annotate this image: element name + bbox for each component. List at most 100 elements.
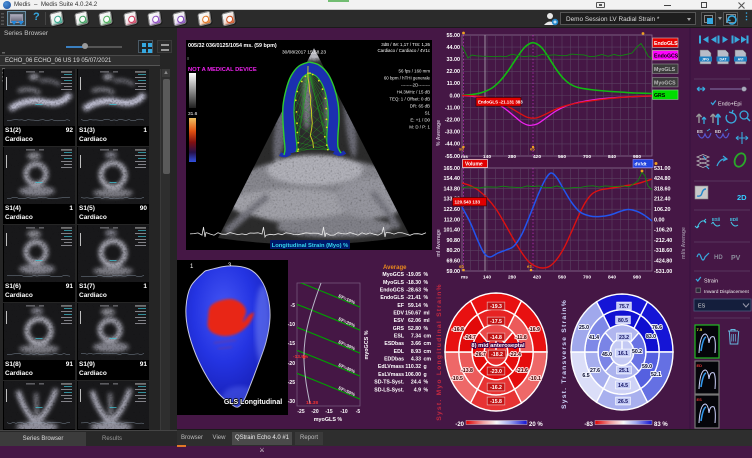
svg-text:EndoGCS: EndoGCS (654, 54, 679, 60)
svg-text:-20: -20 (288, 361, 295, 367)
svg-text:MyoGCS: MyoGCS (654, 81, 676, 87)
svg-text:%: % (424, 387, 429, 393)
svg-text:16.1: 16.1 (618, 351, 628, 357)
svg-text:-22.00: -22.00 (445, 118, 460, 124)
svg-text:ml: ml (424, 318, 431, 324)
svg-text:PV: PV (731, 255, 741, 262)
svg-text:-531.00: -531.00 (654, 269, 672, 275)
svg-text:%: % (424, 380, 429, 386)
svg-text:840: 840 (608, 275, 616, 281)
svg-text:ESDbas: ESDbas (384, 341, 404, 347)
svg-text:7.34: 7.34 (411, 334, 421, 340)
svg-text:DR: 65 dB: DR: 65 dB (410, 104, 430, 109)
svg-text:80.5: 80.5 (618, 318, 628, 324)
svg-text:4.33: 4.33 (411, 357, 421, 363)
svg-text:25.1: 25.1 (619, 368, 629, 374)
svg-text:165.00: 165.00 (444, 166, 461, 172)
svg-text:MyoGLS: MyoGLS (383, 280, 405, 286)
svg-text:318.60: 318.60 (654, 186, 671, 192)
svg-text:76.6: 76.6 (652, 325, 662, 331)
svg-text:3dB / IM: 1,17 / TIS: 1,26: 3dB / IM: 1,17 / TIS: 1,26 (381, 42, 430, 47)
svg-text:Volume: Volume (465, 162, 483, 168)
svg-text:ESV: ESV (394, 318, 405, 324)
svg-text:TEQ: 1 / Offset: 0 dB: TEQ: 1 / Offset: 0 dB (389, 97, 430, 102)
svg-text:-11.8: -11.8 (515, 335, 527, 341)
svg-text:%: % (424, 280, 429, 286)
svg-text:-20: -20 (311, 409, 318, 415)
svg-text:560: 560 (558, 154, 566, 160)
svg-text:0.00: 0.00 (450, 93, 461, 99)
svg-text:30/08/2017 15.58.23: 30/08/2017 15.58.23 (282, 50, 326, 56)
svg-text:-15.8: -15.8 (490, 399, 502, 405)
svg-text:-11.00: -11.00 (445, 105, 460, 111)
svg-text:--------2D--------: --------2D-------- (401, 83, 431, 88)
svg-text:s0: s0 (459, 264, 464, 269)
svg-text:-10: -10 (340, 409, 347, 415)
svg-text:62.06: 62.06 (408, 318, 421, 324)
svg-text:e3: e3 (527, 264, 532, 269)
svg-text:80.20: 80.20 (447, 248, 461, 254)
svg-text:2D: 2D (737, 193, 747, 202)
svg-text:52.1: 52.1 (651, 372, 661, 378)
svg-text:-5: -5 (291, 303, 296, 309)
svg-text:-424.80: -424.80 (654, 259, 672, 265)
svg-text:112.00: 112.00 (444, 217, 460, 223)
svg-text:Syst. Myo Longitudinal Strain%: Syst. Myo Longitudinal Strain% (436, 283, 443, 421)
svg-text:GRS: GRS (393, 326, 405, 332)
svg-text:dV/dt: dV/dt (635, 162, 647, 168)
svg-text:59.14: 59.14 (408, 303, 421, 309)
svg-text:ml Average: ml Average (436, 229, 442, 257)
svg-text:Syst. Transverse Strain%: Syst. Transverse Strain% (561, 299, 568, 409)
svg-text:14.38: 14.38 (306, 400, 318, 406)
svg-text:75.7: 75.7 (619, 304, 629, 310)
svg-text:ESL: ESL (394, 334, 405, 340)
svg-text:S1: S1 (425, 111, 431, 116)
svg-text:-21.41: -21.41 (406, 295, 421, 301)
svg-text:14.5: 14.5 (618, 383, 628, 389)
svg-text:7.5: 7.5 (697, 327, 703, 332)
svg-text:-44.00: -44.00 (445, 142, 460, 148)
svg-text:-212.40: -212.40 (654, 238, 672, 244)
svg-text:280: 280 (508, 154, 516, 160)
svg-text:-20: -20 (455, 422, 464, 428)
svg-text:280: 280 (508, 275, 516, 281)
svg-text:44.00: 44.00 (447, 45, 461, 51)
svg-text:0.00: 0.00 (654, 217, 665, 223)
svg-text:-10.5: -10.5 (451, 376, 463, 382)
svg-text:-16.9: -16.9 (528, 327, 540, 333)
svg-text:-33.00: -33.00 (445, 130, 460, 136)
svg-text:45.0: 45.0 (602, 352, 612, 358)
svg-text:-5: -5 (356, 409, 361, 415)
svg-text:ml: ml (424, 311, 431, 317)
svg-text:980: 980 (633, 275, 641, 281)
svg-text:69.60: 69.60 (447, 259, 461, 265)
svg-text:cm: cm (424, 349, 432, 355)
svg-text:840: 840 (608, 154, 616, 160)
svg-text:-15: -15 (288, 341, 295, 347)
svg-text:ED: ED (697, 363, 703, 368)
svg-text:%: % (424, 326, 429, 332)
svg-text:Strain: Strain (704, 279, 718, 285)
svg-text:8) mid anteroseptal: 8) mid anteroseptal (471, 343, 525, 349)
svg-text:EndoGLS: EndoGLS (380, 295, 404, 301)
svg-text:-19.3: -19.3 (490, 304, 502, 310)
svg-text:ES‖: ES‖ (712, 217, 720, 222)
svg-text:56 fps / 160 mm: 56 fps / 160 mm (399, 69, 431, 74)
svg-text:EndoGLS: EndoGLS (654, 41, 678, 47)
svg-text:Longitudinal Strain (Myo) %: Longitudinal Strain (Myo) % (272, 243, 349, 249)
svg-text:ES: ES (697, 129, 703, 134)
svg-text:33.00: 33.00 (447, 57, 461, 63)
svg-text:140: 140 (483, 275, 491, 281)
svg-text:E: +1 / D0: E: +1 / D0 (410, 118, 430, 123)
svg-text:EsLVmass: EsLVmass (378, 372, 404, 378)
svg-text:ED: ED (715, 129, 721, 134)
svg-text:700: 700 (583, 275, 591, 281)
svg-text:23.2: 23.2 (619, 335, 629, 341)
svg-text:560: 560 (558, 275, 566, 281)
svg-text:EndoGCS: EndoGCS (380, 288, 405, 294)
svg-text:424.80: 424.80 (654, 176, 671, 182)
svg-text:150.67: 150.67 (405, 311, 421, 317)
svg-text:420: 420 (533, 275, 541, 281)
svg-text:-83: -83 (584, 422, 593, 428)
svg-text:EDL: EDL (394, 349, 405, 355)
